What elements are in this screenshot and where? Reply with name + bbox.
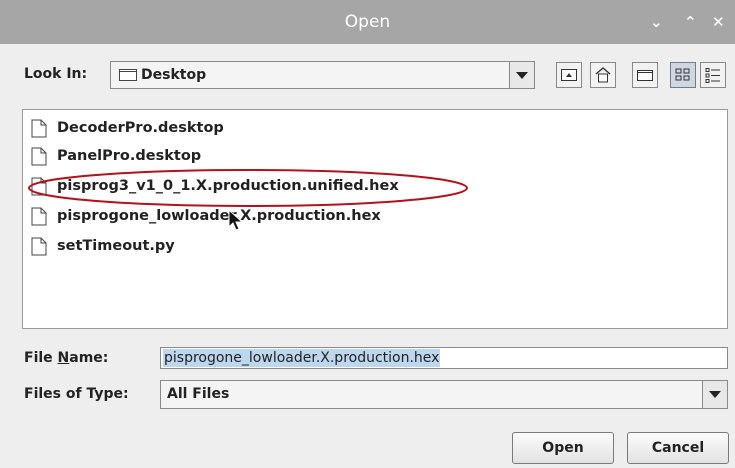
folder-icon: [119, 69, 137, 81]
file-name-field[interactable]: pisprogone_lowloader.X.production.hex: [160, 347, 728, 369]
file-icon: [31, 207, 47, 226]
chevron-down-icon[interactable]: [509, 62, 534, 88]
files-of-type-value: All Files: [167, 386, 230, 402]
file-name: DecoderPro.desktop: [57, 120, 224, 136]
details-view-button[interactable]: [700, 62, 726, 88]
title-bar: Open ⌄ ⌃ ✕: [0, 0, 735, 44]
file-icon: [31, 119, 47, 138]
close-icon[interactable]: ✕: [712, 0, 725, 44]
file-name-label: File Name:: [24, 350, 109, 366]
file-name: setTimeout.py: [57, 238, 175, 254]
file-list[interactable]: DecoderPro.desktop PanelPro.desktop pisp…: [22, 109, 728, 329]
cancel-button[interactable]: Cancel: [627, 432, 729, 464]
window-title: Open: [344, 12, 391, 32]
chevron-down-icon[interactable]: [702, 381, 727, 408]
maximize-icon[interactable]: ⌃: [684, 0, 697, 44]
home-button[interactable]: [590, 62, 616, 88]
mouse-cursor-icon: [228, 209, 244, 231]
new-folder-icon: [637, 70, 653, 81]
file-name-value: pisprogone_lowloader.X.production.hex: [163, 349, 441, 367]
files-of-type-combo[interactable]: All Files: [160, 380, 728, 409]
up-folder-button[interactable]: [556, 62, 582, 88]
file-icon: [31, 237, 47, 256]
look-in-combo[interactable]: Desktop: [110, 61, 535, 89]
look-in-label: Look In:: [24, 66, 88, 82]
minimize-icon[interactable]: ⌄: [650, 0, 663, 44]
file-name: PanelPro.desktop: [57, 148, 202, 164]
files-of-type-label: Files of Type:: [24, 386, 129, 402]
file-icon: [31, 147, 47, 166]
up-folder-icon: [561, 69, 577, 81]
open-button[interactable]: Open: [512, 432, 614, 464]
look-in-value: Desktop: [141, 67, 207, 83]
annotation-ellipse: [28, 169, 468, 207]
details-view-icon: [705, 68, 720, 83]
new-folder-button[interactable]: [632, 62, 658, 88]
list-view-button[interactable]: [670, 62, 696, 88]
home-icon: [595, 67, 611, 83]
list-view-icon: [675, 68, 690, 81]
